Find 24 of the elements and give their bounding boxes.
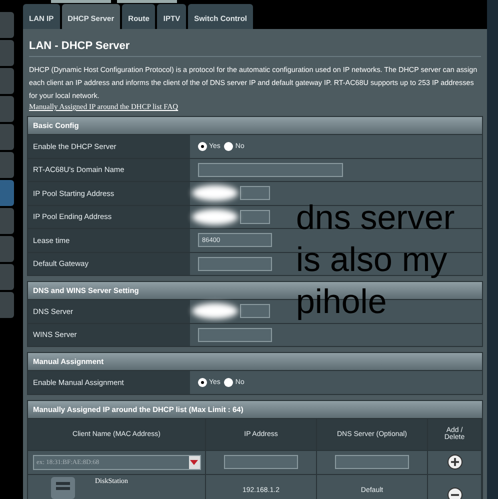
sidebar-tab[interactable]	[0, 292, 14, 318]
input-field[interactable]	[198, 162, 343, 177]
input-field[interactable]	[240, 304, 270, 318]
sidebar-tab[interactable]	[0, 40, 14, 66]
sidebar-tab[interactable]	[0, 180, 14, 206]
add-icon[interactable]	[446, 454, 462, 470]
sidebar-tab[interactable]	[0, 152, 14, 178]
input-field[interactable]	[51, 0, 111, 3]
input-field[interactable]	[240, 210, 270, 224]
sidebar-tab[interactable]	[0, 208, 14, 234]
input-field[interactable]	[198, 256, 272, 271]
input-field[interactable]	[198, 328, 272, 342]
sidebar-tab[interactable]	[0, 68, 14, 94]
page-title: LAN - DHCP Server	[28, 39, 131, 54]
input-field[interactable]	[117, 0, 177, 3]
input-field[interactable]	[335, 455, 409, 469]
input-field[interactable]	[240, 186, 270, 200]
sidebar-tab[interactable]	[0, 264, 14, 290]
sidebar-tab[interactable]	[0, 12, 14, 38]
sidebar-tab[interactable]	[0, 124, 14, 150]
input-field[interactable]	[224, 455, 298, 469]
delete-icon[interactable]	[446, 486, 462, 499]
sidebar-tab[interactable]	[0, 236, 14, 262]
sidebar-tab[interactable]	[0, 96, 14, 122]
